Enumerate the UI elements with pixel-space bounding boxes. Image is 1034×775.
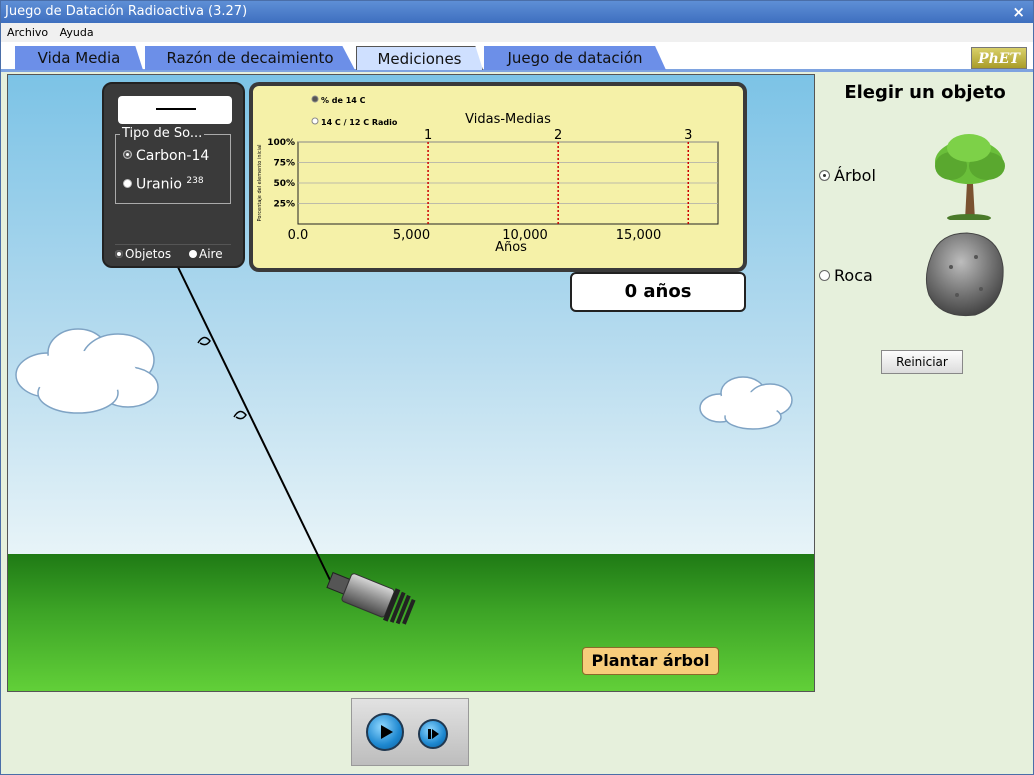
- carbon-14-label: Carbon-14: [136, 148, 210, 164]
- chart-y-tick-label: 50%: [273, 179, 295, 189]
- half-life-chart: % de 14 C14 C / 12 C Radio Vidas-Medias10…: [257, 95, 719, 255]
- half-life-marker-label: 2: [554, 128, 562, 143]
- objetos-label: Objetos: [125, 247, 172, 261]
- chart-mode-radio-icon[interactable]: [311, 117, 319, 125]
- tab-razon-de-decaimiento[interactable]: Razón de decaimiento: [145, 46, 355, 70]
- radio-roca[interactable]: Roca: [819, 266, 873, 285]
- tab-mediciones[interactable]: Mediciones: [356, 46, 483, 70]
- readout-dash: [156, 108, 196, 110]
- step-icon: [428, 729, 439, 739]
- aire-label: Aire: [199, 247, 223, 261]
- chart-mode-radio-icon[interactable]: [311, 95, 319, 103]
- cable-kink-1: [197, 336, 211, 346]
- arbol-label: Árbol: [834, 166, 876, 185]
- play-icon: [381, 725, 393, 739]
- chart-x-axis-label: Años: [495, 240, 527, 255]
- step-button[interactable]: [418, 719, 448, 749]
- radio-unselected-icon: [123, 178, 132, 188]
- object-selection-panel: Elegir un objeto Árbol Roca Reiniciar: [817, 74, 1033, 692]
- menu-archivo[interactable]: Archivo: [7, 26, 48, 39]
- radio-carbon-14[interactable]: Carbon-14: [123, 148, 209, 164]
- simulation-canvas: Tipo de So... Carbon-14 Uranio 238 Objet…: [7, 74, 815, 692]
- uranio-label: Uranio: [136, 176, 182, 193]
- tab-vida-media[interactable]: Vida Media: [15, 46, 143, 70]
- radio-selected-icon: [115, 250, 123, 258]
- chart-y-tick-label: 25%: [273, 200, 295, 210]
- phet-logo: PhET: [971, 47, 1027, 69]
- title-bar: Juego de Datación Radioactiva (3.27) ×: [1, 1, 1033, 23]
- chart-x-tick-label: 0.0: [288, 228, 309, 243]
- source-type-legend: Tipo de So...: [120, 126, 205, 141]
- reset-button[interactable]: Reiniciar: [881, 350, 963, 374]
- cloud-left: [15, 328, 159, 414]
- rock-icon[interactable]: [921, 227, 1007, 321]
- radio-aire[interactable]: Aire: [189, 247, 228, 261]
- chart-y-tick-label: 100%: [267, 138, 295, 148]
- cloud-right: [699, 376, 793, 430]
- clock-controls: [351, 698, 469, 766]
- source-type-group: Tipo de So... Carbon-14 Uranio 238: [115, 126, 231, 204]
- half-life-marker-label: 3: [684, 128, 692, 143]
- tab-juego-de-datacion[interactable]: Juego de datación: [484, 46, 666, 70]
- radio-selected-icon: [819, 170, 830, 181]
- tree-icon[interactable]: [929, 132, 1009, 220]
- roca-label: Roca: [834, 266, 873, 285]
- half-life-marker-label: 1: [424, 128, 432, 143]
- panel-title: Elegir un objeto: [844, 82, 1006, 103]
- half-life-chart-panel: % de 14 C 14 C / 12 C Radio Vidas-Medias 10…: [249, 82, 747, 272]
- radio-selected-icon: [123, 150, 132, 159]
- close-icon[interactable]: ×: [1012, 1, 1025, 23]
- probe-cable: [175, 262, 331, 581]
- radio-objetos[interactable]: Objetos: [115, 247, 176, 261]
- radio-uranio-238[interactable]: Uranio 238: [123, 176, 204, 193]
- plant-tree-button[interactable]: Plantar árbol: [582, 647, 719, 675]
- application-window: Juego de Datación Radioactiva (3.27) × A…: [0, 0, 1034, 775]
- chart-mode-label: 14 C / 12 C Radio: [321, 118, 398, 127]
- chart-y-axis-label: Porcentaje del elemento inicial: [257, 145, 263, 222]
- elapsed-time-display: 0 años: [570, 272, 746, 312]
- tab-bar: Vida Media Razón de decaimiento Medicion…: [1, 42, 1033, 72]
- chart-y-tick-label: 75%: [273, 159, 295, 169]
- radio-unselected-icon: [819, 270, 830, 281]
- menu-ayuda[interactable]: Ayuda: [60, 26, 94, 39]
- chart-x-tick-label: 15,000: [616, 228, 662, 243]
- radiometric-meter[interactable]: Tipo de So... Carbon-14 Uranio 238 Objet…: [102, 82, 245, 268]
- menu-bar: Archivo Ayuda: [1, 23, 1033, 42]
- chart-title: Vidas-Medias: [465, 112, 551, 127]
- radio-arbol[interactable]: Árbol: [819, 166, 876, 185]
- chart-x-tick-label: 5,000: [393, 228, 430, 243]
- chart-mode-label: % de 14 C: [321, 96, 366, 105]
- window-title: Juego de Datación Radioactiva (3.27): [5, 4, 248, 19]
- uranio-superscript: 238: [186, 176, 204, 186]
- play-button[interactable]: [366, 713, 404, 751]
- radio-unselected-icon: [189, 250, 197, 258]
- target-selector: Objetos Aire: [115, 244, 231, 262]
- cable-kink-2: [233, 410, 247, 420]
- meter-readout: [118, 96, 232, 124]
